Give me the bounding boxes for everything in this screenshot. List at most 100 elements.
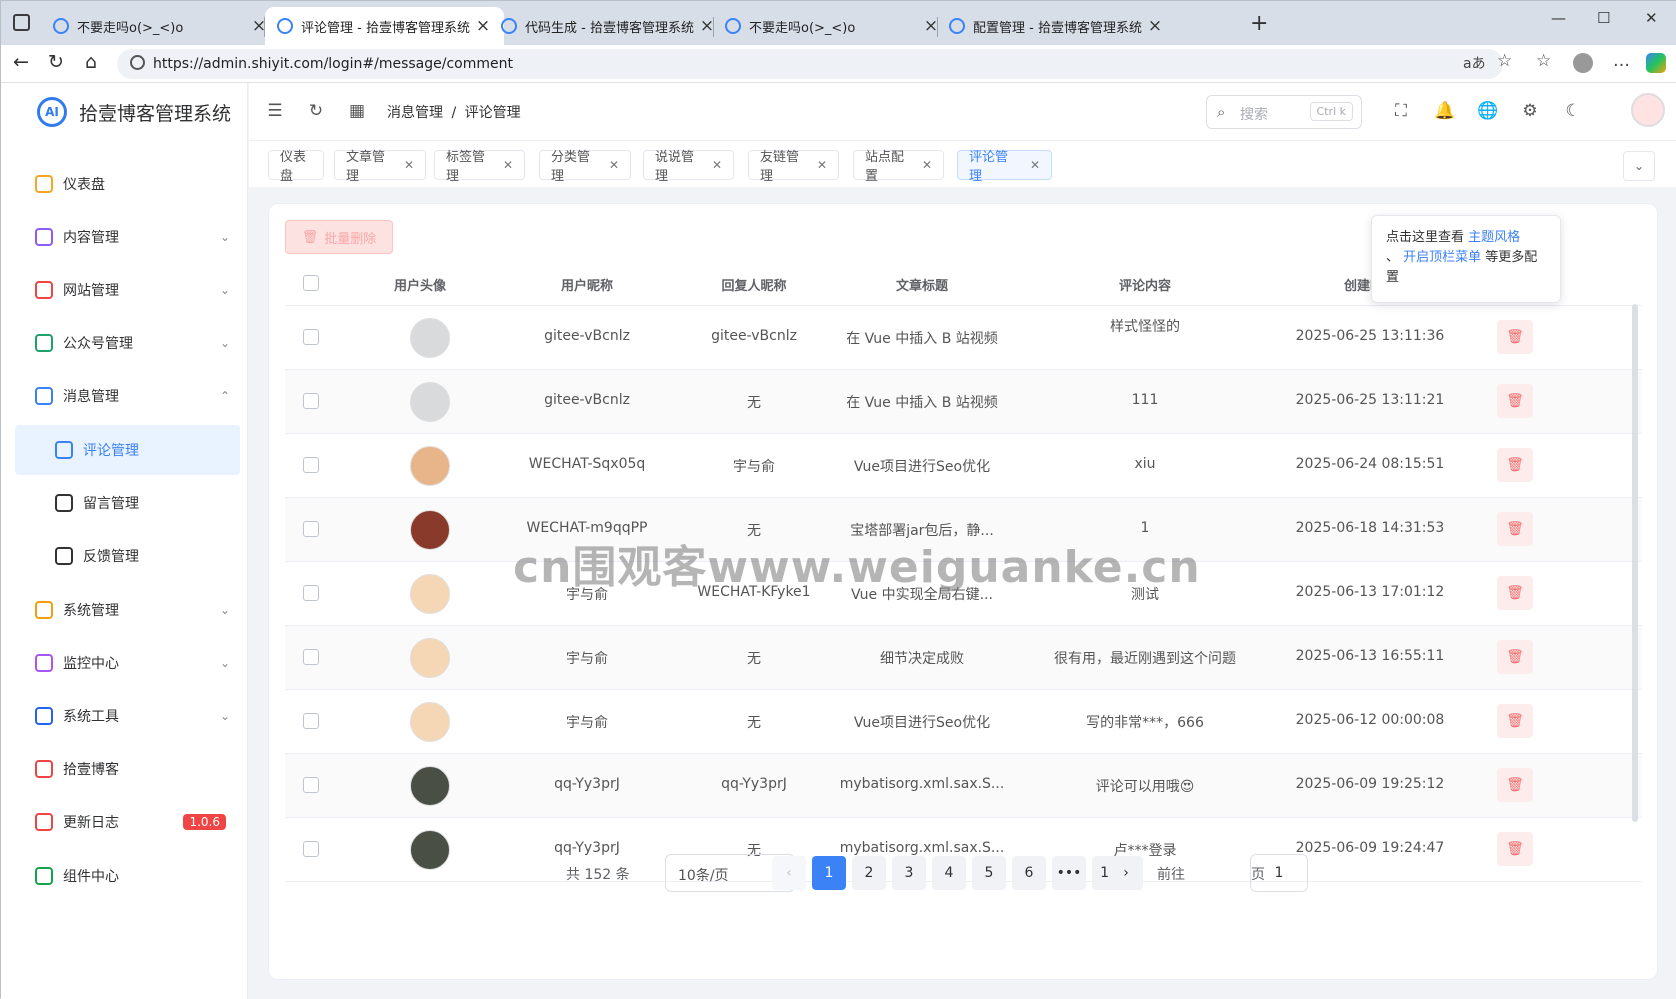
sidebar-item-13[interactable]: 更新日志 1.0.6: [15, 797, 240, 847]
back-icon[interactable]: ←: [13, 51, 29, 73]
breadcrumb-parent[interactable]: 消息管理: [387, 105, 443, 121]
url-field[interactable]: https://admin.shiyit.com/login#/message/…: [117, 49, 1512, 79]
sidebar-item-6[interactable]: 评论管理: [15, 425, 240, 475]
sidebar-item-10[interactable]: 监控中心 ⌄: [15, 638, 240, 688]
collapse-menu-icon[interactable]: ☰: [265, 101, 285, 121]
copilot-icon[interactable]: [1646, 53, 1666, 73]
tag-1[interactable]: 仪表盘: [268, 150, 324, 184]
tag-3[interactable]: 标签管理 ✕: [434, 150, 525, 184]
theme-style-link[interactable]: 主题风格: [1468, 230, 1520, 245]
bulk-delete-button[interactable]: 🗑 批量删除: [285, 220, 393, 254]
refresh-icon[interactable]: ↻: [306, 101, 326, 121]
close-tag-icon[interactable]: ✕: [1030, 158, 1040, 172]
page-button[interactable]: 4: [932, 856, 966, 890]
prev-page-button[interactable]: ‹: [772, 856, 806, 890]
delete-row-button[interactable]: 🗑: [1497, 576, 1533, 610]
close-window-icon[interactable]: ✕: [1645, 9, 1658, 27]
close-tag-icon[interactable]: ✕: [817, 158, 827, 172]
sidebar-item-12[interactable]: 拾壹博客: [15, 744, 240, 794]
bell-icon[interactable]: 🔔: [1434, 101, 1455, 121]
minimize-icon[interactable]: —: [1551, 9, 1566, 27]
read-aloud-icon[interactable]: aあ: [1463, 53, 1486, 73]
new-tab-button[interactable]: +: [1250, 11, 1268, 36]
page-button[interactable]: 5: [972, 856, 1006, 890]
delete-row-button[interactable]: 🗑: [1497, 448, 1533, 482]
more-menu-icon[interactable]: …: [1613, 51, 1630, 71]
search-box[interactable]: ⌕ 搜索 Ctrl k: [1206, 95, 1362, 129]
apps-icon[interactable]: ▦: [347, 101, 367, 121]
top-menu-link[interactable]: 开启顶栏菜单: [1403, 250, 1481, 265]
next-page-button[interactable]: ›: [1109, 856, 1143, 890]
close-tag-icon[interactable]: ✕: [712, 158, 722, 172]
sidebar-item-3[interactable]: 网站管理 ⌄: [15, 265, 240, 315]
table-scrollbar[interactable]: [1632, 304, 1638, 822]
home-icon[interactable]: ⌂: [85, 51, 97, 73]
tag-5[interactable]: 说说管理 ✕: [643, 150, 734, 184]
browser-tab-3[interactable]: 代码生成 - 拾壹博客管理系统 ×: [489, 7, 728, 45]
row-checkbox[interactable]: [303, 841, 319, 857]
browser-tab-1[interactable]: 不要走吗o(>_<)o ×: [41, 7, 280, 45]
delete-row-button[interactable]: 🗑: [1497, 320, 1533, 354]
more-pages-button[interactable]: •••: [1052, 856, 1086, 890]
tags-dropdown-chevron-icon[interactable]: ⌄: [1623, 151, 1655, 181]
language-icon[interactable]: 🌐: [1477, 101, 1498, 121]
delete-row-button[interactable]: 🗑: [1497, 832, 1533, 866]
browser-tab-5[interactable]: 配置管理 - 拾壹博客管理系统 ×: [937, 7, 1176, 45]
avatar: [410, 702, 450, 742]
sidebar-item-1[interactable]: 仪表盘: [15, 159, 240, 209]
sidebar-item-11[interactable]: 系统工具 ⌄: [15, 691, 240, 741]
maximize-icon[interactable]: ☐: [1597, 9, 1610, 27]
page-button[interactable]: 2: [852, 856, 886, 890]
row-checkbox[interactable]: [303, 521, 319, 537]
row-checkbox[interactable]: [303, 457, 319, 473]
favorites-icon[interactable]: ☆: [1536, 51, 1551, 71]
row-checkbox[interactable]: [303, 713, 319, 729]
delete-row-button[interactable]: 🗑: [1497, 384, 1533, 418]
reload-icon[interactable]: ↻: [48, 51, 64, 73]
tag-6[interactable]: 友链管理 ✕: [748, 150, 839, 184]
delete-row-button[interactable]: 🗑: [1497, 768, 1533, 802]
delete-row-button[interactable]: 🗑: [1497, 512, 1533, 546]
sidebar-item-14[interactable]: 组件中心: [15, 851, 240, 901]
row-checkbox[interactable]: [303, 329, 319, 345]
dark-mode-moon-icon[interactable]: ☾: [1563, 101, 1583, 121]
browser-tab-2[interactable]: 评论管理 - 拾壹博客管理系统 ×: [265, 7, 504, 45]
tag-8[interactable]: 评论管理 ✕: [957, 150, 1052, 184]
sidebar-item-9[interactable]: 系统管理 ⌄: [15, 585, 240, 635]
sidebar-item-label: 网站管理: [63, 283, 119, 299]
profile-icon[interactable]: [1573, 53, 1593, 73]
user-avatar[interactable]: [1631, 93, 1665, 127]
site-info-icon[interactable]: [130, 55, 145, 70]
cell-content: 评论可以用哦😍: [1095, 779, 1195, 795]
favorite-star-icon[interactable]: ☆: [1497, 51, 1512, 71]
sidebar-item-5[interactable]: 消息管理 ⌃: [15, 371, 240, 421]
close-tag-icon[interactable]: ✕: [609, 158, 619, 172]
close-tag-icon[interactable]: ✕: [922, 158, 932, 172]
settings-gear-icon[interactable]: ⚙: [1520, 101, 1540, 121]
row-checkbox[interactable]: [303, 585, 319, 601]
delete-row-button[interactable]: 🗑: [1497, 704, 1533, 738]
sidebar-item-2[interactable]: 内容管理 ⌄: [15, 212, 240, 262]
page-button[interactable]: 6: [1012, 856, 1046, 890]
row-checkbox[interactable]: [303, 393, 319, 409]
close-tag-icon[interactable]: ✕: [404, 158, 414, 172]
cell-time: 2025-06-13 17:01:12: [1295, 584, 1445, 600]
sidebar-item-8[interactable]: 反馈管理: [15, 531, 240, 581]
fullscreen-icon[interactable]: ⛶: [1391, 101, 1411, 121]
browser-tab-4[interactable]: 不要走吗o(>_<)o ×: [713, 7, 952, 45]
tag-4[interactable]: 分类管理 ✕: [539, 150, 631, 184]
tag-7[interactable]: 站点配置 ✕: [853, 150, 944, 184]
delete-row-button[interactable]: 🗑: [1497, 640, 1533, 674]
close-tab-icon[interactable]: ×: [1146, 16, 1164, 36]
page-button[interactable]: 1: [812, 856, 846, 890]
cell-time: 2025-06-09 19:24:47: [1295, 840, 1445, 856]
tag-2[interactable]: 文章管理 ✕: [334, 150, 426, 184]
sidebar-item-7[interactable]: 留言管理: [15, 478, 240, 528]
row-checkbox[interactable]: [303, 649, 319, 665]
page-button[interactable]: 3: [892, 856, 926, 890]
close-tag-icon[interactable]: ✕: [503, 158, 513, 172]
sidebar-item-4[interactable]: 公众号管理 ⌄: [15, 318, 240, 368]
select-all-checkbox[interactable]: [303, 275, 319, 291]
tab-actions-icon[interactable]: [13, 14, 30, 31]
row-checkbox[interactable]: [303, 777, 319, 793]
